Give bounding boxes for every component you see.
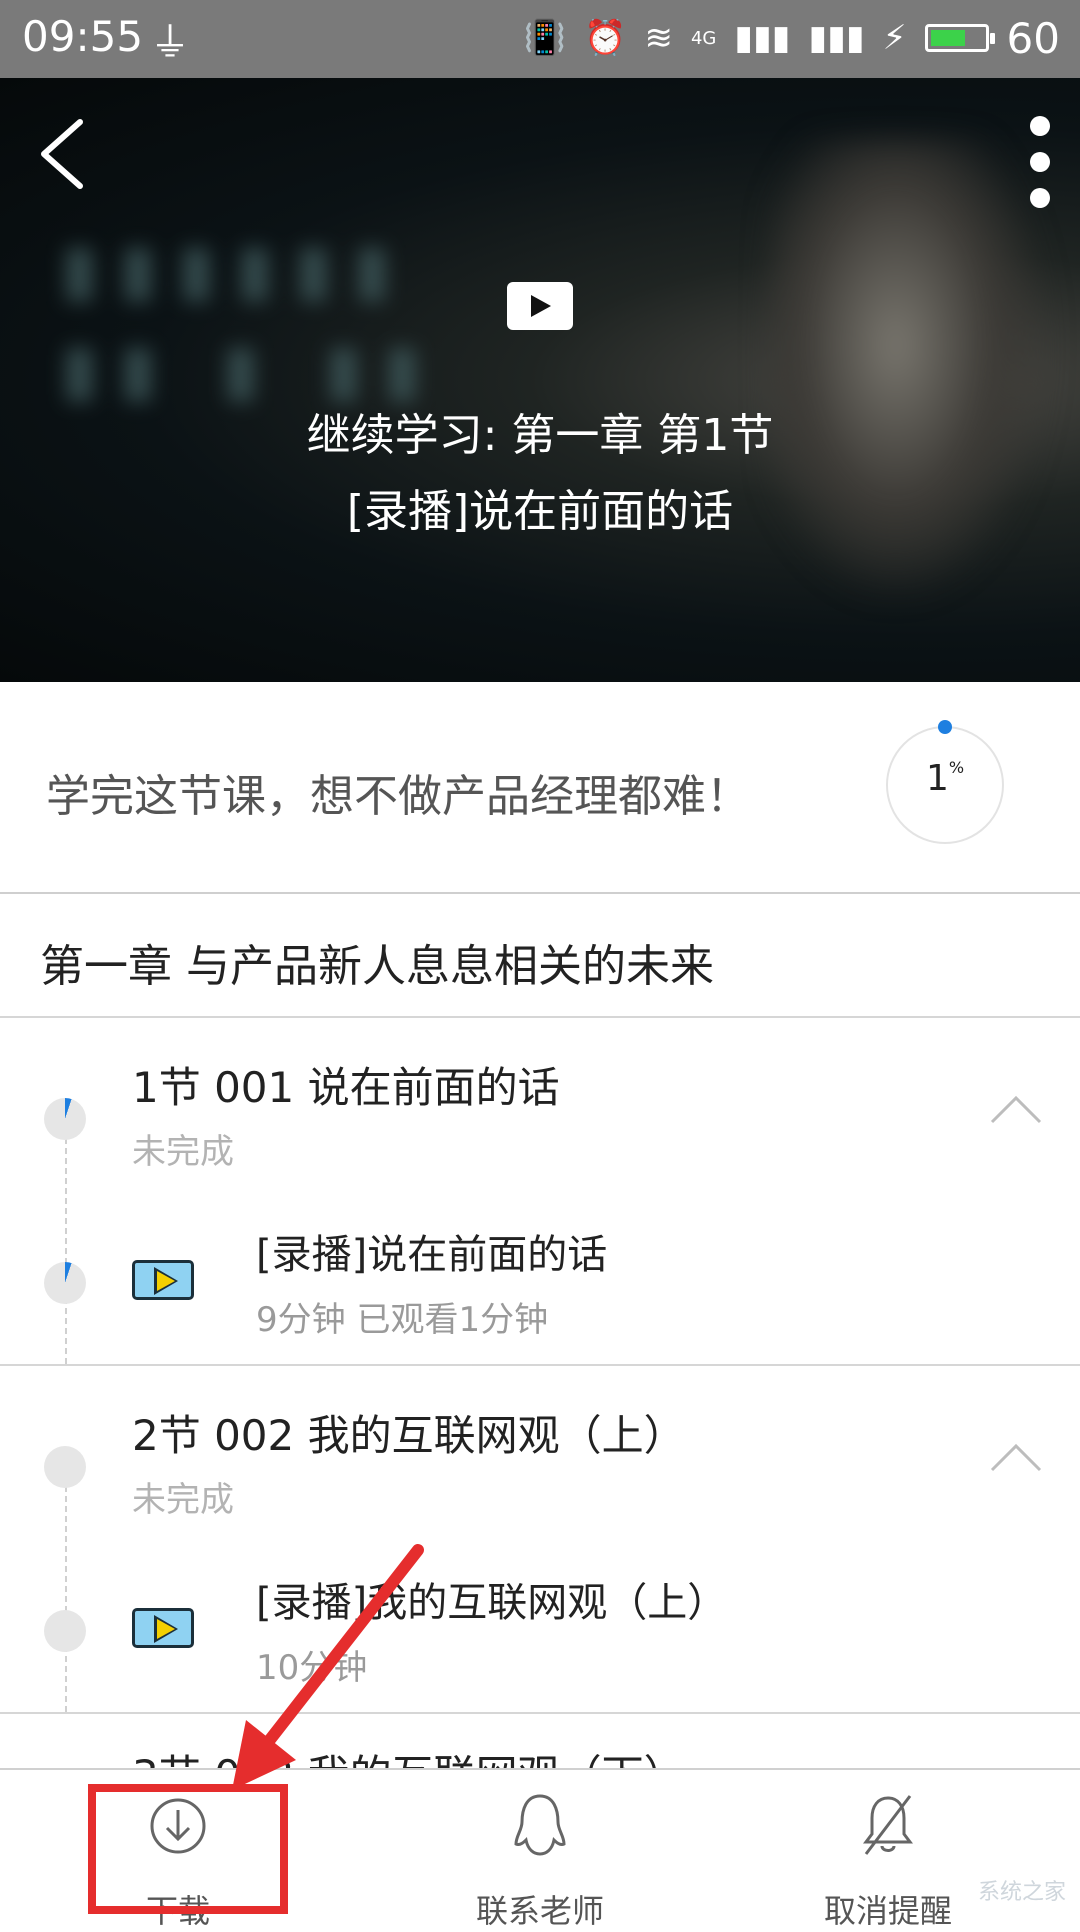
section-item[interactable]: 1节 001 说在前面的话 未完成 [录播]说在前面的话 9分钟 已观看1分钟 <box>0 1018 1080 1366</box>
status-time: 09:55 <box>22 12 144 61</box>
course-intro: 学完这节课，想不做产品经理都难！ 1% <box>0 682 1080 894</box>
section-title: 2节 002 我的互联网观（上） <box>132 1411 686 1460</box>
blurred-background-text-2: ▮▮ ▮ ▮▮ <box>60 328 442 410</box>
status-bar: 09:55 ⏚ 📳 ⏰ ≋ 4G ▮▮▮ ▮▮▮ ⚡ 60 <box>0 0 1080 78</box>
contact-teacher-label: 联系老师 <box>475 1892 604 1930</box>
watermark: 系统之家 <box>977 1880 1066 1905</box>
lesson-progress-node <box>44 1262 86 1304</box>
progress-indicator-dot <box>938 720 952 734</box>
back-arrow-icon[interactable] <box>34 114 94 194</box>
vibrate-icon: 📳 <box>523 18 567 58</box>
section-title: 1节 001 说在前面的话 <box>132 1063 560 1112</box>
section-status: 未完成 <box>132 1480 234 1520</box>
chapter-title: 第一章 与产品新人息息相关的未来 <box>40 941 714 992</box>
blurred-background-text: ▮▮▮▮▮▮ <box>60 228 412 310</box>
status-icons: 📳 ⏰ ≋ 4G ▮▮▮ ▮▮▮ ⚡ 60 <box>524 8 1060 68</box>
course-slogan: 学完这节课，想不做产品经理都难！ <box>46 771 750 822</box>
more-options-icon[interactable] <box>1020 116 1060 226</box>
progress-percent: 1% <box>925 758 965 799</box>
bell-off-icon <box>863 1795 913 1855</box>
network-type: 4G <box>690 27 717 49</box>
section-status: 未完成 <box>132 1132 234 1172</box>
signal-icon: ▮▮▮ <box>734 18 791 58</box>
lesson-progress-node <box>44 1610 86 1652</box>
qq-penguin-icon <box>514 1794 566 1856</box>
section-progress-node <box>44 1446 86 1488</box>
continue-learning-line1: 继续学习: 第一章 第1节 <box>306 410 774 461</box>
timeline-line <box>65 1118 67 1364</box>
highlight-box <box>88 1784 288 1914</box>
contact-teacher-tab[interactable]: 联系老师 <box>410 1770 670 1930</box>
video-player[interactable]: ▮▮▮▮▮▮ ▮▮ ▮ ▮▮ 继续学习: 第一章 第1节 [录播]说在前面的话 <box>0 78 1080 682</box>
lesson-duration: 9分钟 已观看1分钟 <box>256 1300 549 1340</box>
lesson-duration: 10分钟 <box>256 1648 368 1688</box>
video-lesson-icon <box>132 1260 194 1300</box>
section-progress-node <box>44 1098 86 1140</box>
battery-icon <box>924 24 995 52</box>
charging-icon: ⚡ <box>882 18 907 58</box>
battery-level: 60 <box>1006 13 1060 63</box>
video-lesson-icon <box>132 1608 194 1648</box>
signal-icon-2: ▮▮▮ <box>808 18 865 58</box>
progress-ring: 1% <box>886 720 1004 844</box>
alarm-icon: ⏰ <box>584 18 627 58</box>
chapter-header: 第一章 与产品新人息息相关的未来 <box>0 894 1080 1018</box>
chevron-up-icon[interactable] <box>990 1092 1042 1126</box>
timeline-line <box>65 1466 67 1712</box>
section-item[interactable]: 2节 002 我的互联网观（上） 未完成 [录播]我的互联网观（上） 10分钟 <box>0 1366 1080 1714</box>
lesson-title[interactable]: [录播]说在前面的话 <box>256 1222 607 1280</box>
wifi-icon: ≋ <box>644 18 673 58</box>
play-button[interactable] <box>507 282 573 330</box>
continue-learning-line2: [录播]说在前面的话 <box>346 486 734 537</box>
chevron-up-icon[interactable] <box>990 1440 1042 1474</box>
usb-icon: ⏚ <box>150 20 190 66</box>
lesson-title[interactable]: [录播]我的互联网观（上） <box>256 1570 727 1628</box>
